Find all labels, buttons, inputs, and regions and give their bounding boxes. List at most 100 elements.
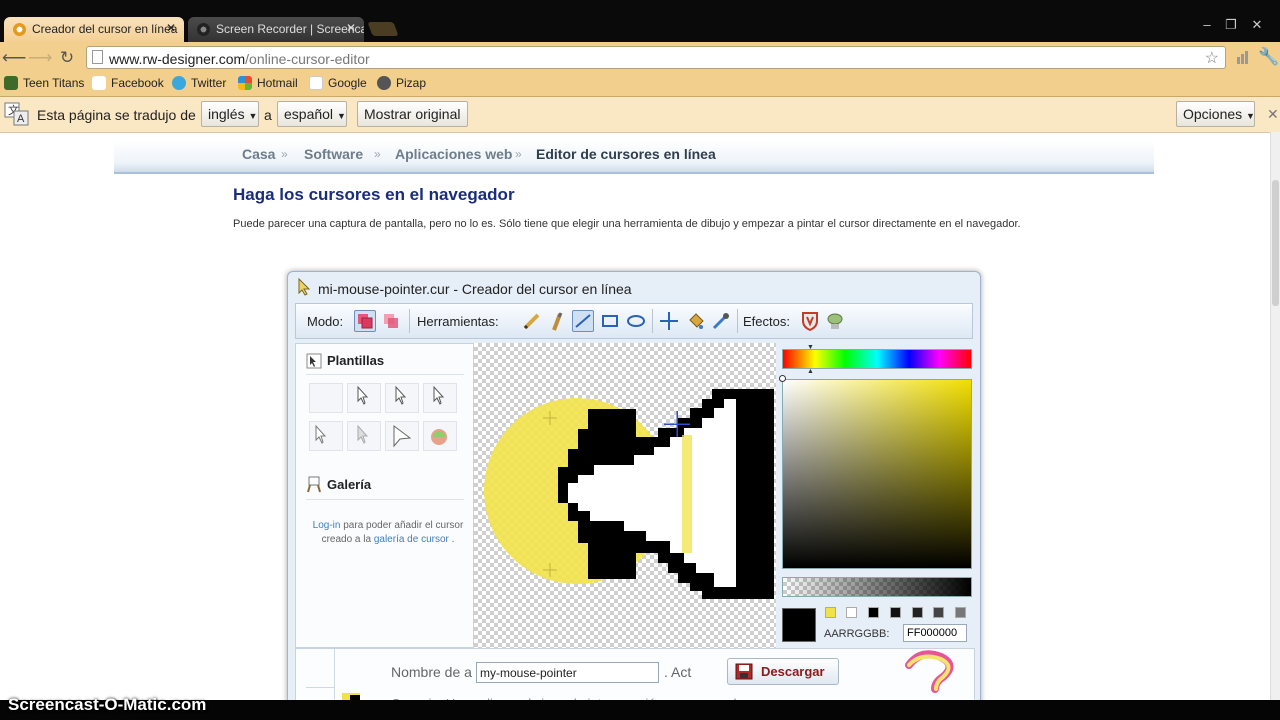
breadcrumb-home[interactable]: Casa <box>242 146 275 162</box>
fill-bucket-icon[interactable] <box>685 310 707 332</box>
rectangle-tool-icon[interactable] <box>599 310 621 332</box>
editor-toolbar: Modo: Herramientas: Efectos: <box>295 303 973 339</box>
screencast-favicon-icon <box>197 23 210 36</box>
options-button[interactable]: Opciones ▼ <box>1176 101 1255 127</box>
panel-divider <box>306 687 334 688</box>
template-triangle-arrow-icon[interactable] <box>385 421 419 451</box>
bookmark-star-icon[interactable]: ☆ <box>1205 48 1219 68</box>
mode-replace-icon[interactable] <box>354 310 376 332</box>
help-question-mark-icon[interactable] <box>901 649 961 697</box>
breadcrumb: Casa » Software » Aplicaciones web » Edi… <box>114 140 1154 174</box>
drawing-canvas[interactable] <box>474 343 776 648</box>
bookmark-pizap[interactable]: Pizap <box>377 76 426 90</box>
gallery-title: Galería <box>327 477 372 492</box>
effects-label: Efectos: <box>743 314 790 329</box>
translate-icon: 文A <box>4 102 30 126</box>
palette-swatch[interactable] <box>868 607 879 618</box>
breadcrumb-software[interactable]: Software <box>304 146 363 162</box>
back-arrow-icon[interactable]: ⟵ <box>2 47 26 69</box>
template-arrow-icon[interactable] <box>385 383 419 413</box>
close-tab-icon[interactable]: ✕ <box>166 21 176 35</box>
tab-label: Creador del cursor en línea <box>32 22 178 36</box>
palette-swatch[interactable] <box>955 607 966 618</box>
new-tab-button[interactable] <box>367 22 399 36</box>
color-picker-panel: ▼ ▲ AARRGGBB: <box>778 343 976 648</box>
file-name-input[interactable] <box>476 662 659 683</box>
scrollbar-thumb[interactable] <box>1272 180 1279 306</box>
template-color-arrow-icon[interactable] <box>423 421 457 451</box>
maximize-icon[interactable]: ❐ <box>1222 18 1240 32</box>
pencil-icon[interactable] <box>521 310 543 332</box>
bookmark-hotmail[interactable]: Hotmail <box>238 76 298 90</box>
templates-title: Plantillas <box>327 353 385 368</box>
tab-screen-recorder[interactable]: Screen Recorder | Screencast ✕ <box>188 17 364 42</box>
bookmark-twitter[interactable]: Twitter <box>172 76 226 90</box>
breadcrumb-separator-icon: » <box>281 147 288 161</box>
bookmark-favicon-icon <box>4 76 18 90</box>
hue-marker-icon: ▼ <box>807 344 814 351</box>
alpha-slider[interactable] <box>782 577 972 597</box>
login-link[interactable]: Log-in <box>313 520 341 531</box>
breadcrumb-separator-icon: » <box>374 147 381 161</box>
breadcrumb-web-apps[interactable]: Aplicaciones web <box>395 146 512 162</box>
google-icon <box>309 76 323 90</box>
templates-icon <box>306 353 322 369</box>
cursor-file-icon <box>298 278 311 296</box>
gallery-easel-icon <box>307 476 321 493</box>
rw-designer-favicon-icon <box>13 23 26 36</box>
minimize-icon[interactable]: – <box>1198 18 1216 32</box>
shield-effect-icon[interactable] <box>799 310 821 332</box>
bookmark-google[interactable]: Google <box>309 76 367 90</box>
drop-shadow-effect-icon[interactable] <box>824 310 846 332</box>
extension-icon[interactable] <box>1236 50 1250 64</box>
toolbar-divider <box>409 309 410 333</box>
ellipse-tool-icon[interactable] <box>625 310 647 332</box>
close-tab-icon[interactable]: ✕ <box>346 21 356 35</box>
palette-swatch[interactable] <box>825 607 836 618</box>
palette-swatch[interactable] <box>846 607 857 618</box>
chevron-down-icon: ▼ <box>248 111 258 121</box>
brush-icon[interactable] <box>546 310 568 332</box>
page-title: Haga los cursores en el navegador <box>233 185 515 204</box>
twitter-icon <box>172 76 186 90</box>
show-original-button[interactable]: Mostrar original <box>357 101 468 127</box>
palette-swatch[interactable] <box>890 607 901 618</box>
template-arrow-icon[interactable] <box>423 383 457 413</box>
tab-cursor-editor[interactable]: Creador del cursor en línea ✕ <box>4 17 184 42</box>
close-translate-icon[interactable]: ✕ <box>1267 106 1279 123</box>
gallery-link[interactable]: galería de cursor <box>374 534 449 545</box>
template-blank[interactable] <box>309 383 343 413</box>
template-arrow-icon[interactable] <box>347 383 381 413</box>
color-hex-input[interactable] <box>903 624 967 642</box>
palette-swatch[interactable] <box>912 607 923 618</box>
line-tool-icon[interactable] <box>572 310 594 332</box>
close-window-icon[interactable]: ✕ <box>1248 18 1266 32</box>
bookmark-teen-titans[interactable]: Teen Titans <box>4 76 84 90</box>
svg-text:A: A <box>17 113 25 125</box>
hotspot-crosshair-icon[interactable] <box>658 310 680 332</box>
cursor-drawing <box>484 389 774 599</box>
hue-slider[interactable] <box>782 349 972 369</box>
bookmark-facebook[interactable]: Facebook <box>92 76 164 90</box>
palette-swatch[interactable] <box>933 607 944 618</box>
hotmail-icon <box>238 76 252 90</box>
eyedropper-icon[interactable] <box>710 310 732 332</box>
target-language-select[interactable]: español ▼ <box>277 101 347 127</box>
reload-icon[interactable]: ↻ <box>56 47 78 69</box>
forward-arrow-icon[interactable]: ⟶ <box>28 47 52 69</box>
download-button[interactable]: Descargar <box>727 658 839 685</box>
wrench-menu-icon[interactable]: 🔧 <box>1258 47 1279 67</box>
color-cursor-icon[interactable] <box>779 375 786 382</box>
templates-panel: Plantillas Galería Log-in para poder aña… <box>295 343 474 648</box>
source-language-select[interactable]: inglés ▼ <box>201 101 259 127</box>
breadcrumb-separator-icon: » <box>515 147 522 161</box>
saturation-value-picker[interactable] <box>782 379 972 569</box>
mode-blend-icon[interactable] <box>380 310 402 332</box>
panel-divider <box>306 374 464 375</box>
breadcrumb-current: Editor de cursores en línea <box>536 146 716 162</box>
address-bar[interactable]: www.rw-designer.com/online-cursor-editor… <box>86 46 1226 69</box>
url-text: www.rw-designer.com/online-cursor-editor <box>109 51 370 67</box>
template-arrow-icon[interactable] <box>309 421 343 451</box>
toolbar-divider <box>652 309 653 333</box>
template-arrow-icon[interactable] <box>347 421 381 451</box>
